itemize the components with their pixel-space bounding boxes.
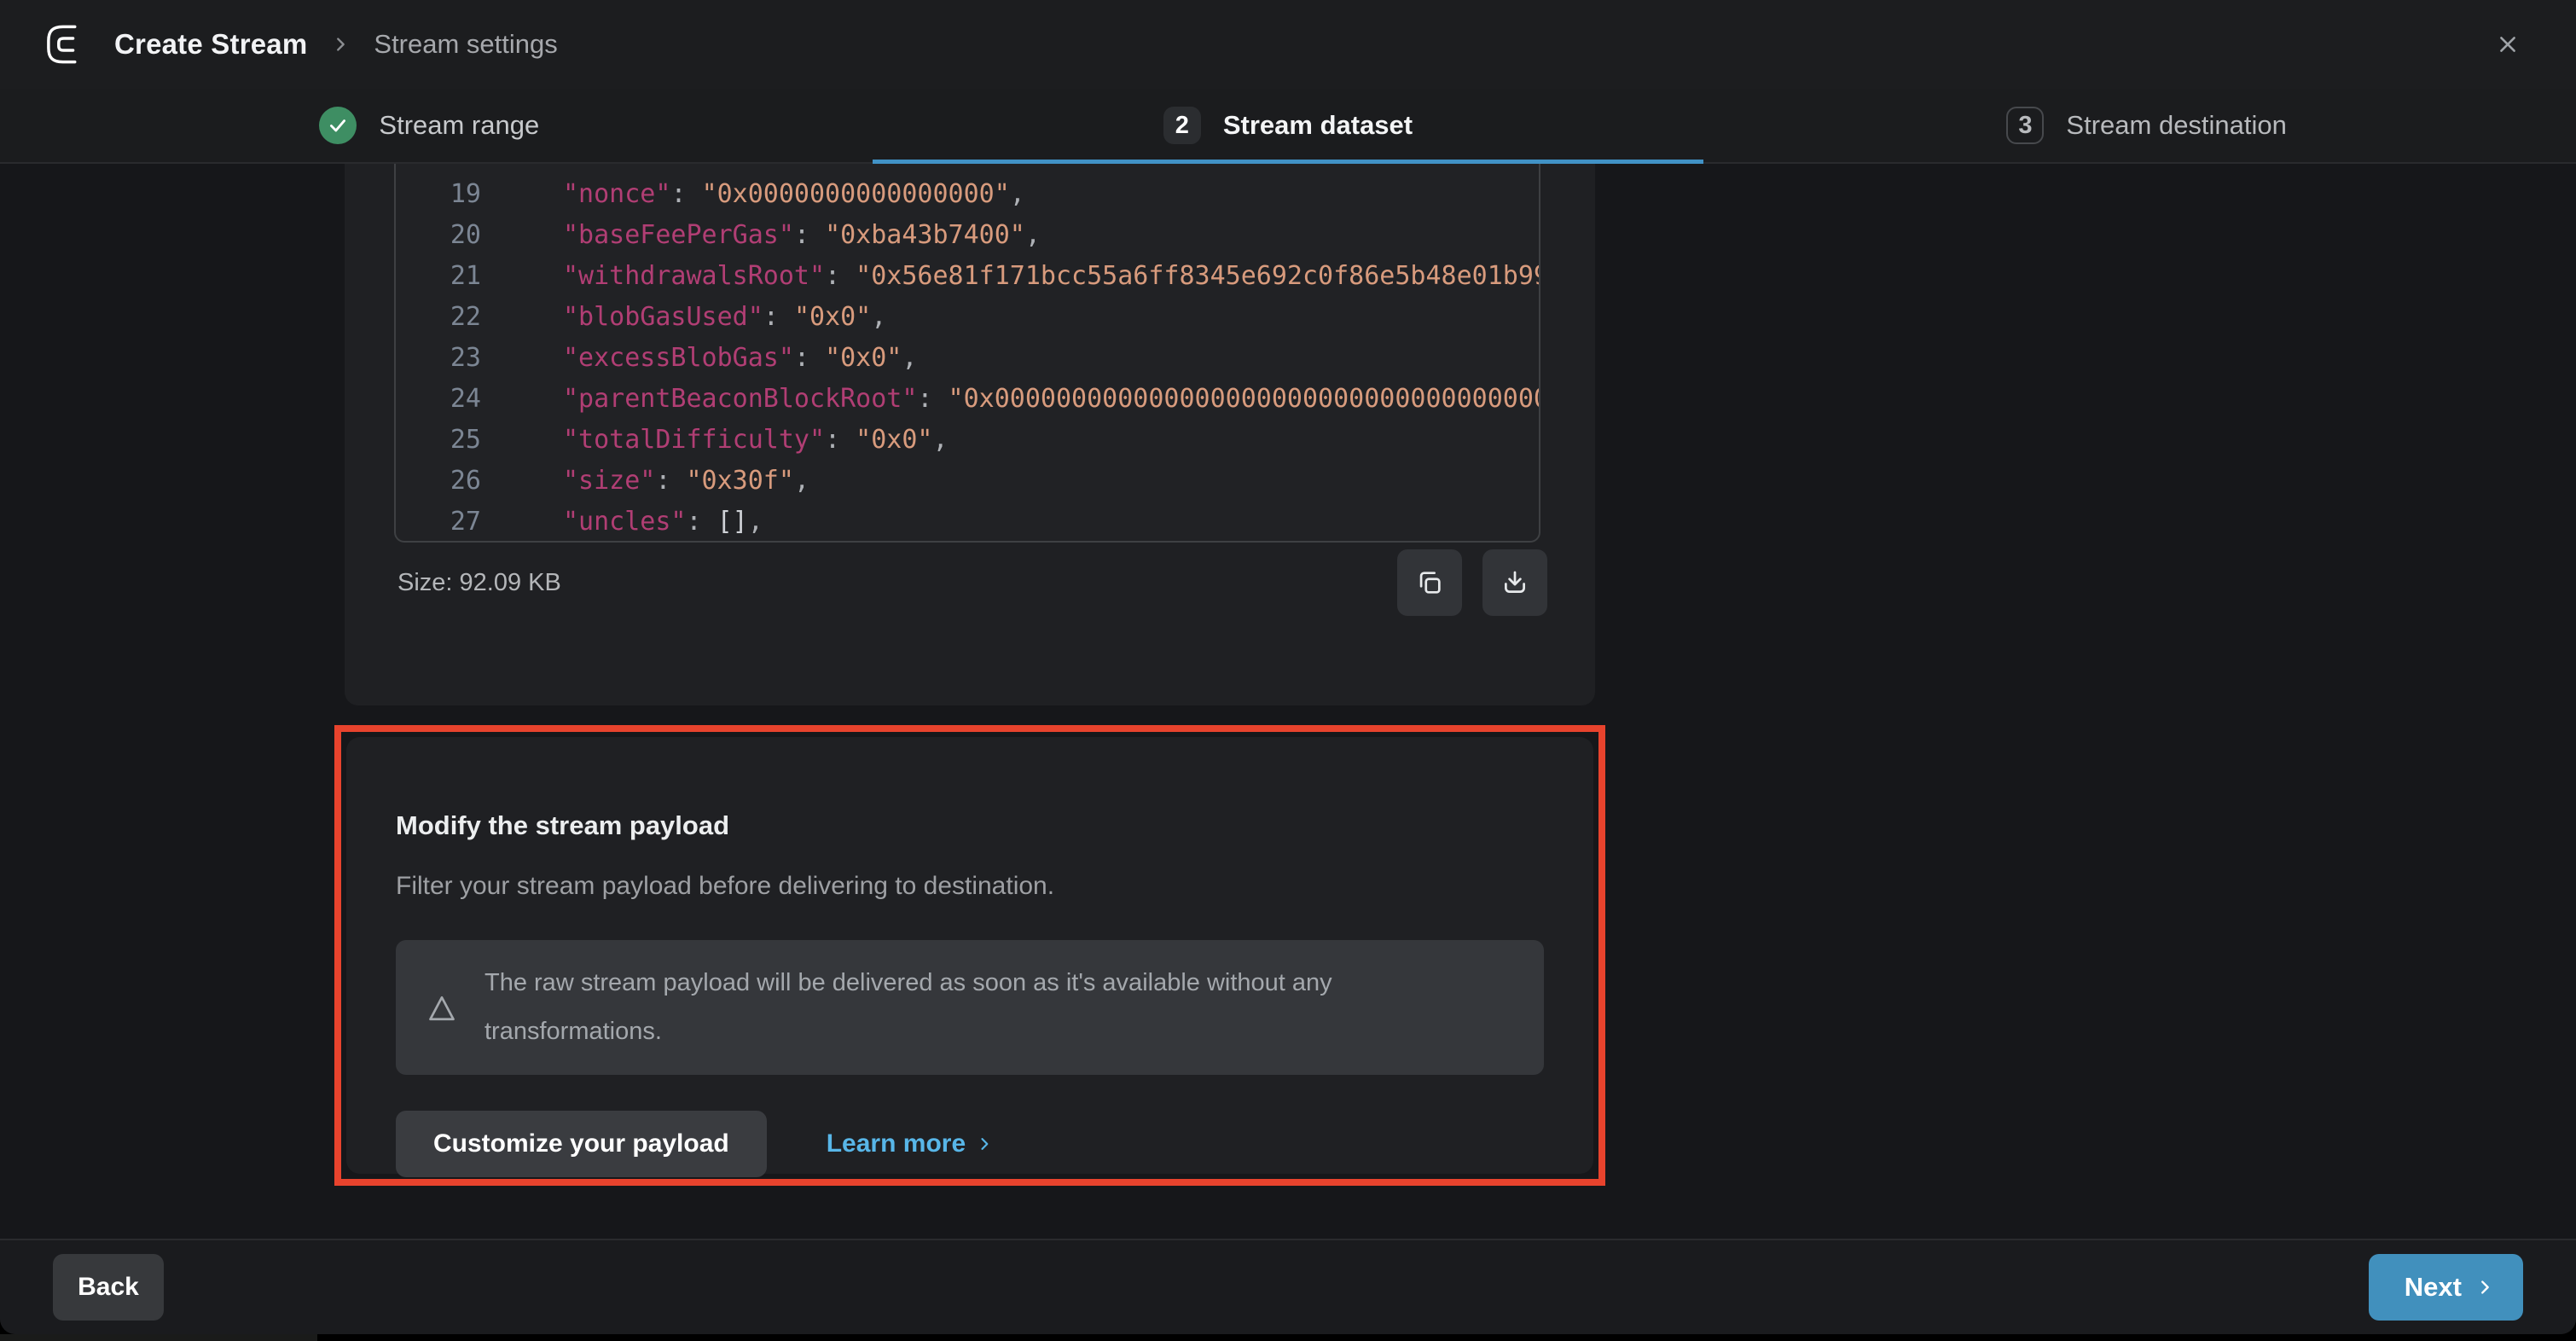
chevron-right-icon [976,1135,993,1152]
payload-code-viewer[interactable]: 18"mixHash": "0x000000000000000000000000… [394,164,1540,543]
learn-more-link[interactable]: Learn more [827,1129,993,1158]
header-bar: Create Stream Stream settings [0,0,2576,89]
code-line: 22"blobGasUsed": "0x0", [396,297,1539,338]
copy-payload-button[interactable] [1397,549,1462,616]
code-line: 25"totalDifficulty": "0x0", [396,420,1539,461]
close-icon [2497,33,2519,55]
page-title: Create Stream [114,28,307,61]
payload-actions: Customize your payload Learn more [396,1111,1544,1177]
dataset-preview-card: 18"mixHash": "0x000000000000000000000000… [345,164,1595,705]
next-label: Next [2405,1272,2462,1303]
highlight-red-border: Modify the stream payload Filter your st… [334,725,1605,1186]
copy-icon [1415,568,1444,597]
step-label: Stream destination [2066,110,2286,141]
modify-payload-card: Modify the stream payload Filter your st… [346,737,1593,1174]
create-stream-dialog: Create Stream Stream settings Stream ran… [0,0,2576,1334]
code-line: 24"parentBeaconBlockRoot": "0x0000000000… [396,379,1539,420]
download-icon [1500,568,1529,597]
learn-more-label: Learn more [827,1129,966,1158]
code-line: 26"size": "0x30f", [396,461,1539,502]
code-line: 20"baseFeePerGas": "0xba43b7400", [396,215,1539,256]
download-payload-button[interactable] [1482,549,1547,616]
code-line: 23"excessBlobGas": "0x0", [396,338,1539,379]
footer-bar: Back Next [0,1239,2576,1334]
step-number-badge: 2 [1163,107,1201,144]
chevron-right-icon [2475,1278,2494,1297]
next-button[interactable]: Next [2369,1254,2523,1321]
chevron-right-icon [331,35,350,54]
warning-text: The raw stream payload will be delivered… [484,959,1474,1056]
code-line: 18"mixHash": "0x000000000000000000000000… [396,164,1539,174]
code-scroll: 18"mixHash": "0x000000000000000000000000… [396,164,1539,543]
step-complete-icon [319,107,357,144]
customize-payload-button[interactable]: Customize your payload [396,1111,767,1177]
content-area: 18"mixHash": "0x000000000000000000000000… [0,164,2576,1239]
code-line: 19"nonce": "0x0000000000000000", [396,174,1539,215]
code-line: 27"uncles": [], [396,502,1539,543]
breadcrumb: Stream settings [374,29,557,60]
section-title: Modify the stream payload [396,810,1544,841]
step-stream-range[interactable]: Stream range [0,89,859,162]
close-button[interactable] [2484,20,2532,68]
step-stream-dataset[interactable]: 2 Stream dataset [859,89,1718,162]
step-label: Stream range [379,110,539,141]
raw-payload-warning: The raw stream payload will be delivered… [396,940,1544,1075]
payload-size-row: Size: 92.09 KB [397,549,1547,616]
stepper: Stream range 2 Stream dataset 3 Stream d… [0,89,2576,164]
code-line: 21"withdrawalsRoot": "0x56e81f171bcc55a6… [396,256,1539,297]
quicknode-logo-icon [44,22,89,67]
warning-triangle-icon [426,991,457,1024]
step-stream-destination[interactable]: 3 Stream destination [1717,89,2576,162]
backdrop-strip [0,1334,317,1341]
section-subtitle: Filter your stream payload before delive… [396,872,1544,901]
payload-size-label: Size: 92.09 KB [397,569,561,597]
step-number-badge: 3 [2006,107,2044,144]
step-label: Stream dataset [1223,110,1413,141]
back-button[interactable]: Back [53,1254,164,1321]
